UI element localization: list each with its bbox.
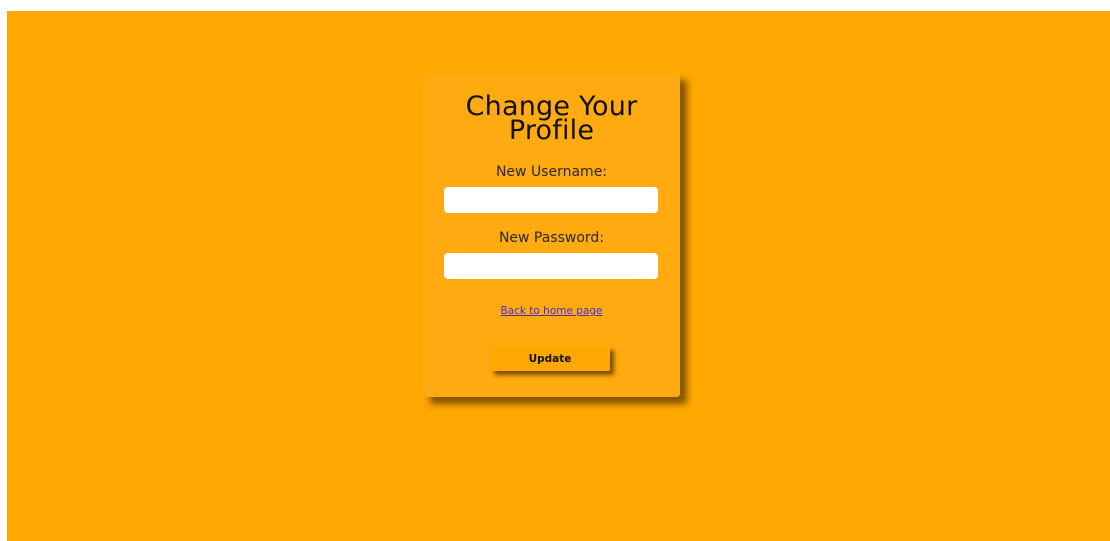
page-background: Change Your Profile New Username: New Pa… xyxy=(7,11,1110,541)
back-to-home-link[interactable]: Back to home page xyxy=(423,305,680,317)
username-label: New Username: xyxy=(495,164,608,180)
password-input[interactable] xyxy=(444,253,658,279)
profile-form-card: Change Your Profile New Username: New Pa… xyxy=(423,73,680,397)
password-label: New Password: xyxy=(498,230,605,246)
form-title: Change Your Profile xyxy=(465,91,638,146)
update-button[interactable]: Update xyxy=(490,346,610,371)
username-input[interactable] xyxy=(444,187,658,213)
